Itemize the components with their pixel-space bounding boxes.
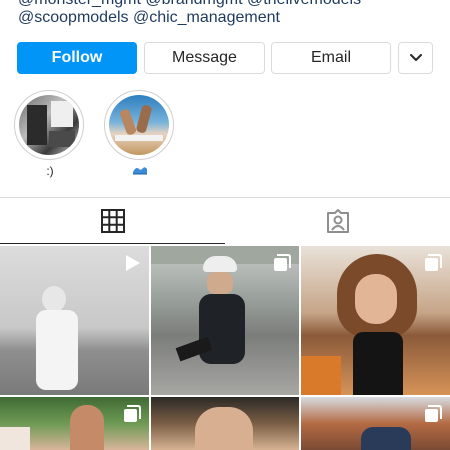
wave-emoji-icon: [133, 167, 147, 175]
carousel-icon: [124, 405, 141, 422]
profile-tabs: [0, 197, 450, 245]
highlight-ring: [104, 90, 174, 160]
highlight-label: :): [46, 164, 54, 178]
post-thumbnail[interactable]: [151, 397, 299, 450]
active-tab-indicator: [0, 243, 225, 244]
carousel-icon: [425, 405, 442, 422]
chevron-down-icon: [409, 54, 422, 61]
grid-icon: [100, 209, 125, 233]
carousel-icon: [425, 254, 442, 271]
post-thumbnail[interactable]: [151, 246, 299, 395]
tab-tagged[interactable]: [225, 198, 450, 244]
post-thumbnail[interactable]: [0, 246, 149, 395]
tab-posts-grid[interactable]: [0, 198, 225, 244]
carousel-icon: [274, 254, 291, 271]
post-thumbnail[interactable]: [301, 246, 450, 395]
posts-grid: [0, 246, 450, 450]
bio-mentions-line-2[interactable]: @scoopmodels @chic_management: [18, 9, 280, 27]
post-thumbnail[interactable]: [0, 397, 149, 450]
highlight-item[interactable]: :): [14, 90, 86, 178]
video-icon: [126, 255, 140, 271]
highlight-item[interactable]: [104, 90, 176, 178]
message-button[interactable]: Message: [144, 42, 265, 74]
post-thumbnail[interactable]: [301, 397, 450, 450]
follow-button[interactable]: Follow: [17, 42, 137, 74]
bio-mentions-line-1[interactable]: @monster_mgmt @brandmgmt @thelivemodels: [18, 0, 361, 9]
highlight-cover-image: [109, 95, 169, 155]
highlight-label: [104, 164, 176, 178]
highlight-ring: [14, 90, 84, 160]
email-button[interactable]: Email: [271, 42, 391, 74]
tagged-person-icon: [326, 209, 349, 233]
profile-actions: Follow Message Email: [17, 42, 433, 74]
suggested-accounts-button[interactable]: [398, 42, 433, 74]
story-highlights: :): [14, 90, 214, 190]
highlight-cover-image: [19, 95, 79, 155]
